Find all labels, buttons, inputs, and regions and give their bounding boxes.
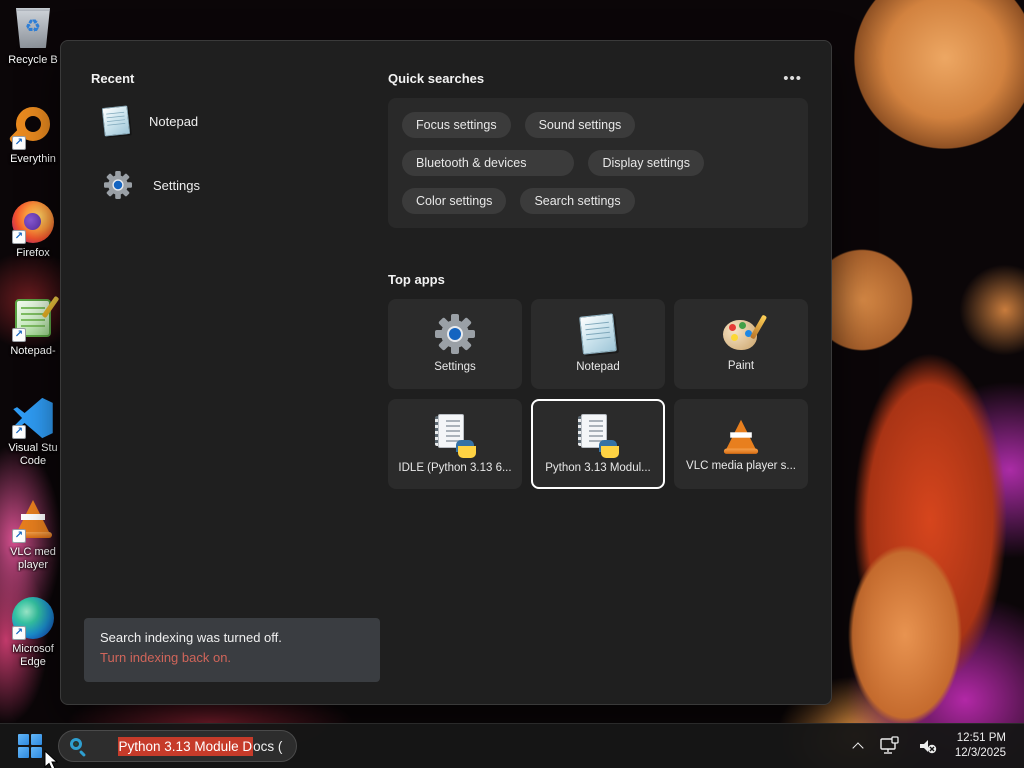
quick-search-pill-color-settings[interactable]: Color settings [402,188,507,214]
shortcut-arrow-icon: ↗ [12,626,26,640]
quick-search-pill-bluetooth-devices[interactable]: Bluetooth & devices [402,150,575,176]
hidden-icons-chevron[interactable] [847,728,869,764]
quick-searches-card: Focus settings Sound settings Bluetooth … [388,98,808,228]
clock-time: 12:51 PM [956,732,1006,744]
desktop-icon-firefox[interactable]: ↗ Firefox [0,200,66,260]
desktop-icon-everything[interactable]: ↗ Everythin [0,104,66,166]
recent-header: Recent [91,71,135,86]
recent-section: Recent Notepad Settings [91,71,391,214]
recent-item-label: Notepad [149,113,199,129]
recent-item-label: Settings [153,177,200,193]
python-document-icon [577,414,619,458]
quick-search-pill-search-settings[interactable]: Search settings [520,188,635,214]
recycle-bin-icon: ♻ [11,8,55,52]
turn-indexing-on-link[interactable]: Turn indexing back on. [100,650,364,665]
firefox-icon: ↗ [11,201,55,245]
python-document-icon [434,414,476,458]
desktop-icon-notepad-plus-plus[interactable]: ↗ Notepad- [0,297,66,358]
desktop-icon-label: Notepad- [10,345,56,357]
everything-icon: ↗ [11,107,55,151]
top-apps-grid: Settings Notepad Paint IDLE (Python 3.13… [388,299,812,489]
more-options-icon[interactable]: ••• [777,71,808,86]
edge-icon: ↗ [11,597,55,641]
network-tray-button[interactable] [873,728,907,764]
paint-palette-icon [721,314,768,352]
start-button[interactable] [8,726,52,766]
volume-muted-button[interactable] [911,728,945,764]
vlc-cone-icon [723,419,759,454]
desktop-icon-label: Recycle B [8,54,58,66]
desktop-icon-label: Everythin [10,153,56,165]
vscode-icon: ↗ [11,396,55,440]
recent-item-settings[interactable]: Settings [91,156,391,214]
app-tile-notepad[interactable]: Notepad [531,299,665,389]
app-tile-python-module-docs[interactable]: Python 3.13 Modul... [531,399,665,489]
app-tile-label: Python 3.13 Modul... [545,462,651,474]
clock-date: 12/3/2025 [954,747,1006,759]
desktop-icon-recycle-bin[interactable]: ♻ Recycle B [0,6,66,67]
app-tile-label: VLC media player s... [686,460,796,472]
notepad-plus-plus-icon: ↗ [11,299,55,343]
desktop-icon-vlc[interactable]: ↗ VLC med player [0,498,66,572]
shortcut-arrow-icon: ↗ [12,529,26,543]
system-tray: 12:51 PM 12/3/2025 [847,728,1024,764]
taskbar-clock[interactable]: 12:51 PM 12/3/2025 [949,731,1012,761]
notepad-icon [579,313,617,355]
gear-icon [435,314,475,354]
app-tile-label: Settings [434,361,476,373]
app-tile-settings[interactable]: Settings [388,299,522,389]
app-tile-idle-python[interactable]: IDLE (Python 3.13 6... [388,399,522,489]
top-apps-header: Top apps [388,272,445,287]
quick-searches-header: Quick searches [388,71,485,86]
desktop-icon-label: VLC med player [10,546,56,571]
chevron-up-icon [853,741,863,751]
quick-search-pill-sound-settings[interactable]: Sound settings [524,112,636,138]
vlc-icon: ↗ [11,500,55,544]
notepad-icon [101,105,131,137]
app-tile-label: Paint [727,360,755,372]
app-tile-label: IDLE (Python 3.13 6... [398,462,512,474]
search-flyout-panel: Recent Notepad Settings Quick searches •… [60,40,832,705]
taskbar: Python 3.13 Module Docs ( 12:51 PM 12/3/… [0,723,1024,768]
quick-search-pill-display-settings[interactable]: Display settings [588,150,705,176]
gear-icon [104,171,132,199]
app-tile-paint[interactable]: Paint [674,299,808,389]
shortcut-arrow-icon: ↗ [12,136,26,150]
quick-searches-section: Quick searches ••• Focus settings Sound … [388,71,808,228]
search-query-highlighted: Python 3.13 Module D [117,736,254,756]
shortcut-arrow-icon: ↗ [12,328,26,342]
desktop-icon-label: Visual Stu Code [8,442,58,467]
speaker-mute-icon [919,740,937,754]
recent-item-notepad[interactable]: Notepad [91,92,391,150]
desktop-icon-visual-studio-code[interactable]: ↗ Visual Stu Code [0,396,66,468]
desktop-icon-edge[interactable]: ↗ Microsof Edge [0,596,66,669]
app-tile-label: Notepad [576,361,620,373]
taskbar-search-input[interactable]: Python 3.13 Module Docs ( [58,730,298,762]
windows-logo-icon [18,734,42,758]
search-query-rest: ocs ( [253,738,283,754]
indexing-notification: Search indexing was turned off. Turn ind… [84,618,380,682]
shortcut-arrow-icon: ↗ [12,230,26,244]
app-tile-vlc[interactable]: VLC media player s... [674,399,808,489]
desktop-icon-label: Firefox [16,247,50,259]
desktop-icon-label: Microsof Edge [12,643,54,668]
network-icon [880,736,899,754]
search-icon [69,737,87,758]
notification-text: Search indexing was turned off. [100,630,282,645]
quick-search-pill-focus-settings[interactable]: Focus settings [402,112,511,138]
shortcut-arrow-icon: ↗ [12,425,26,439]
